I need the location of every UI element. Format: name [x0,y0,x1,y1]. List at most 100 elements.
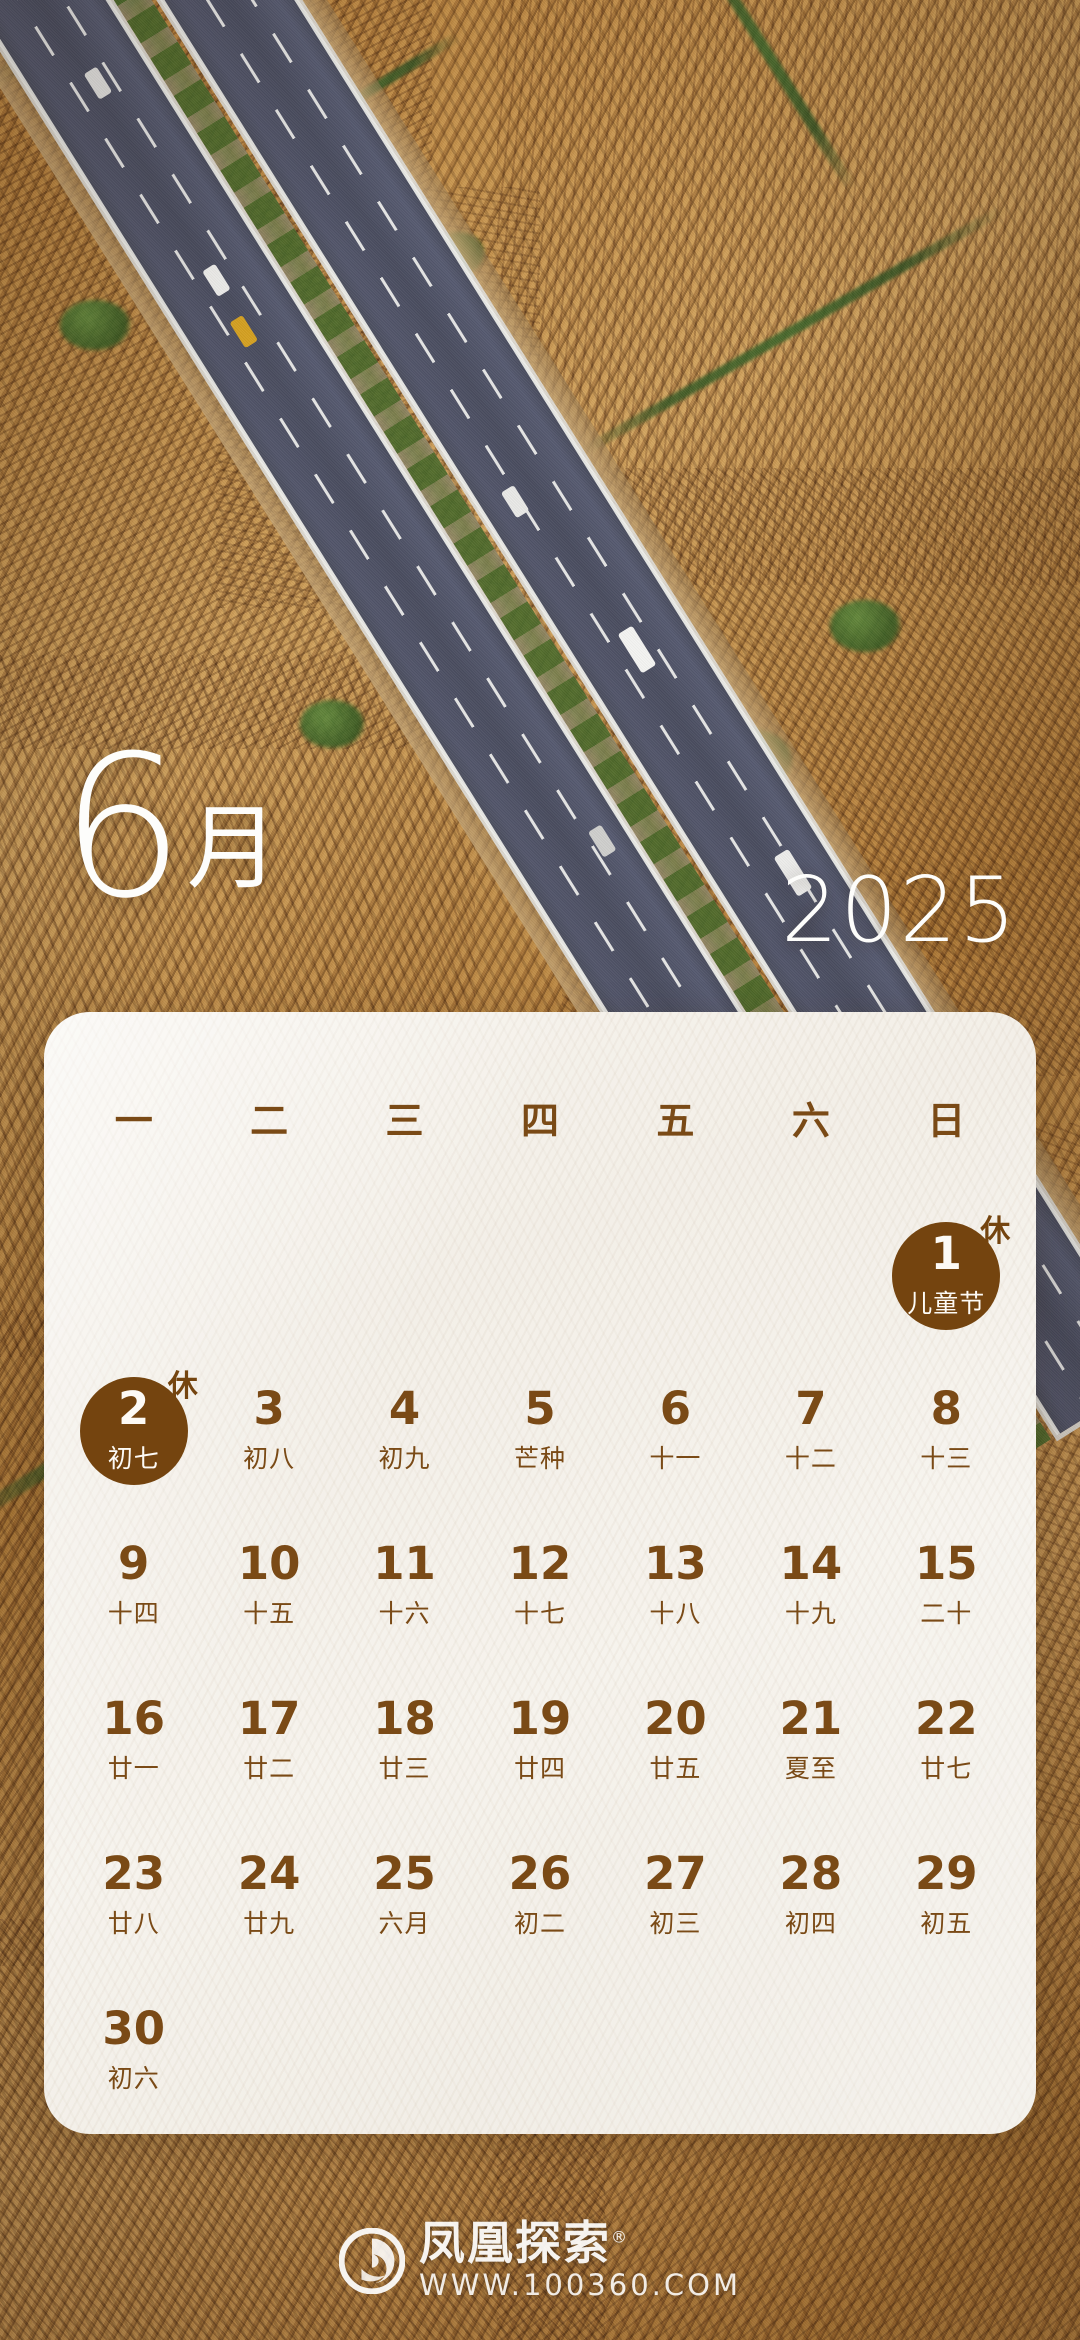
lunar-date-label: 初九 [378,1443,431,1473]
day-number: 9 [118,1537,150,1591]
calendar-cell-empty [608,1198,743,1353]
day-number: 24 [237,1847,301,1901]
day-number: 19 [508,1692,572,1746]
day-number: 1 [930,1227,962,1281]
calendar-day-cell[interactable]: 16 廿一 [66,1663,201,1818]
calendar-day-cell[interactable]: 14 十九 [743,1508,878,1663]
calendar-day-cell[interactable]: 29 初五 [879,1818,1014,1973]
lunar-date-label: 二十 [920,1598,973,1628]
calendar-day-cell[interactable]: 23 廿八 [66,1818,201,1973]
calendar-day-cell[interactable]: 6 十一 [608,1353,743,1508]
calendar-day-cell[interactable]: 17 廿二 [201,1663,336,1818]
calendar-day-cell[interactable]: 休 2 初七 [66,1353,201,1508]
year-label: 2025 [780,858,1018,963]
lunar-date-label: 芒种 [513,1443,566,1473]
lunar-date-label: 廿五 [649,1753,702,1783]
calendar-day-cell[interactable]: 9 十四 [66,1508,201,1663]
brand-name: 凤凰探索® [419,2220,629,2266]
brand-block: 凤凰探索® WWW.100360.COM [419,2220,741,2302]
day-number: 12 [508,1537,572,1591]
day-number: 28 [779,1847,843,1901]
phoenix-swirl-icon [339,2228,406,2294]
calendar-day-cell[interactable]: 15 二十 [879,1508,1014,1663]
day-number: 27 [644,1847,707,1901]
calendar-day-cell[interactable]: 8 十三 [879,1353,1014,1508]
calendar-day-cell[interactable]: 4 初九 [337,1353,472,1508]
lunar-date-label: 廿一 [107,1753,160,1783]
calendar-cell-empty [66,1198,201,1353]
day-number: 21 [779,1692,843,1746]
calendar-day-cell[interactable]: 24 廿九 [201,1818,336,1973]
calendar-day-cell[interactable]: 3 初八 [201,1353,336,1508]
weekday-header-row: 一二三四五六日 [44,1090,1036,1145]
calendar-day-cell[interactable]: 休 1 儿童节 [879,1198,1014,1353]
lunar-date-label: 廿九 [243,1908,296,1938]
lunar-date-label: 十八 [649,1598,702,1628]
day-number: 15 [914,1537,978,1591]
calendar-day-cell[interactable]: 22 廿七 [879,1663,1014,1818]
lunar-date-label: 十四 [107,1598,160,1628]
lunar-date-label: 初八 [243,1443,296,1473]
lunar-date-label: 廿三 [378,1753,431,1783]
lunar-date-label: 十二 [784,1443,837,1473]
calendar-day-cell[interactable]: 12 十七 [472,1508,607,1663]
calendar-card: 一二三四五六日 休 1 儿童节休 2 初七 3 初八 4 初九 5 芒种 6 十一 7 十二 8 十三 9 十四 10… [44,1012,1036,2134]
calendar-day-cell[interactable]: 21 夏至 [743,1663,878,1818]
day-number: 7 [795,1382,827,1436]
registered-mark: ® [611,2227,630,2247]
calendar-day-grid[interactable]: 休 1 儿童节休 2 初七 3 初八 4 初九 5 芒种 6 十一 7 十二 8 十三 9 十四 10 十五 11 十六 12… [44,1198,1036,2128]
lunar-date-label: 夏至 [784,1753,837,1783]
lunar-date-label: 初六 [107,2063,160,2093]
lunar-date-label: 十一 [649,1443,702,1473]
weekday-label: 日 [927,1099,966,1143]
calendar-day-cell[interactable]: 13 十八 [608,1508,743,1663]
lunar-date-label: 廿七 [920,1753,973,1783]
calendar-day-cell[interactable]: 28 初四 [743,1818,878,1973]
calendar-day-cell[interactable]: 11 十六 [337,1508,472,1663]
day-number: 5 [524,1382,556,1436]
day-number: 13 [644,1537,707,1591]
calendar-day-cell[interactable]: 5 芒种 [472,1353,607,1508]
day-number: 8 [930,1382,962,1436]
lunar-date-label: 初二 [513,1908,566,1938]
day-number: 4 [388,1382,421,1436]
calendar-cell-empty [201,1198,336,1353]
calendar-day-cell[interactable]: 19 廿四 [472,1663,607,1818]
lunar-date-label: 初三 [649,1908,702,1938]
day-number: 10 [237,1537,301,1591]
calendar-day-cell[interactable]: 7 十二 [743,1353,878,1508]
lunar-date-label: 初四 [784,1908,837,1938]
weekday-label: 五 [656,1099,695,1143]
brand-name-text: 凤凰探索 [419,2216,612,2270]
day-number: 20 [644,1692,707,1746]
lunar-date-label: 廿四 [513,1753,566,1783]
weekday-label: 一 [114,1099,153,1143]
lunar-date-label: 十九 [784,1598,837,1628]
calendar-day-cell[interactable]: 18 廿三 [337,1663,472,1818]
calendar-day-cell[interactable]: 25 六月 [337,1818,472,1973]
calendar-day-cell[interactable]: 30 初六 [66,1973,201,2128]
calendar-day-cell[interactable]: 20 廿五 [608,1663,743,1818]
lunar-date-label: 十三 [920,1443,973,1473]
day-number: 25 [373,1847,436,1901]
lunar-date-label: 廿八 [107,1908,160,1938]
day-number: 29 [914,1847,978,1901]
day-number: 16 [102,1692,166,1746]
rest-day-badge: 休 [167,1369,198,1404]
lunar-date-label: 初五 [920,1908,973,1938]
day-number: 3 [253,1382,285,1436]
lunar-date-label: 十六 [378,1598,431,1628]
calendar-day-cell[interactable]: 27 初三 [608,1818,743,1973]
calendar-day-cell[interactable]: 26 初二 [472,1818,607,1973]
month-title: 6 月 [60,730,279,925]
weekday-label: 三 [385,1099,424,1143]
brand-url: WWW.100360.COM [419,2268,741,2302]
day-number: 26 [508,1847,572,1901]
calendar-day-cell[interactable]: 10 十五 [201,1508,336,1663]
day-number: 23 [102,1847,166,1901]
rest-day-badge: 休 [980,1214,1011,1249]
weekday-label: 六 [791,1099,830,1143]
day-number: 14 [779,1537,843,1591]
calendar-cell-empty [337,1198,472,1353]
day-number: 6 [659,1382,692,1436]
